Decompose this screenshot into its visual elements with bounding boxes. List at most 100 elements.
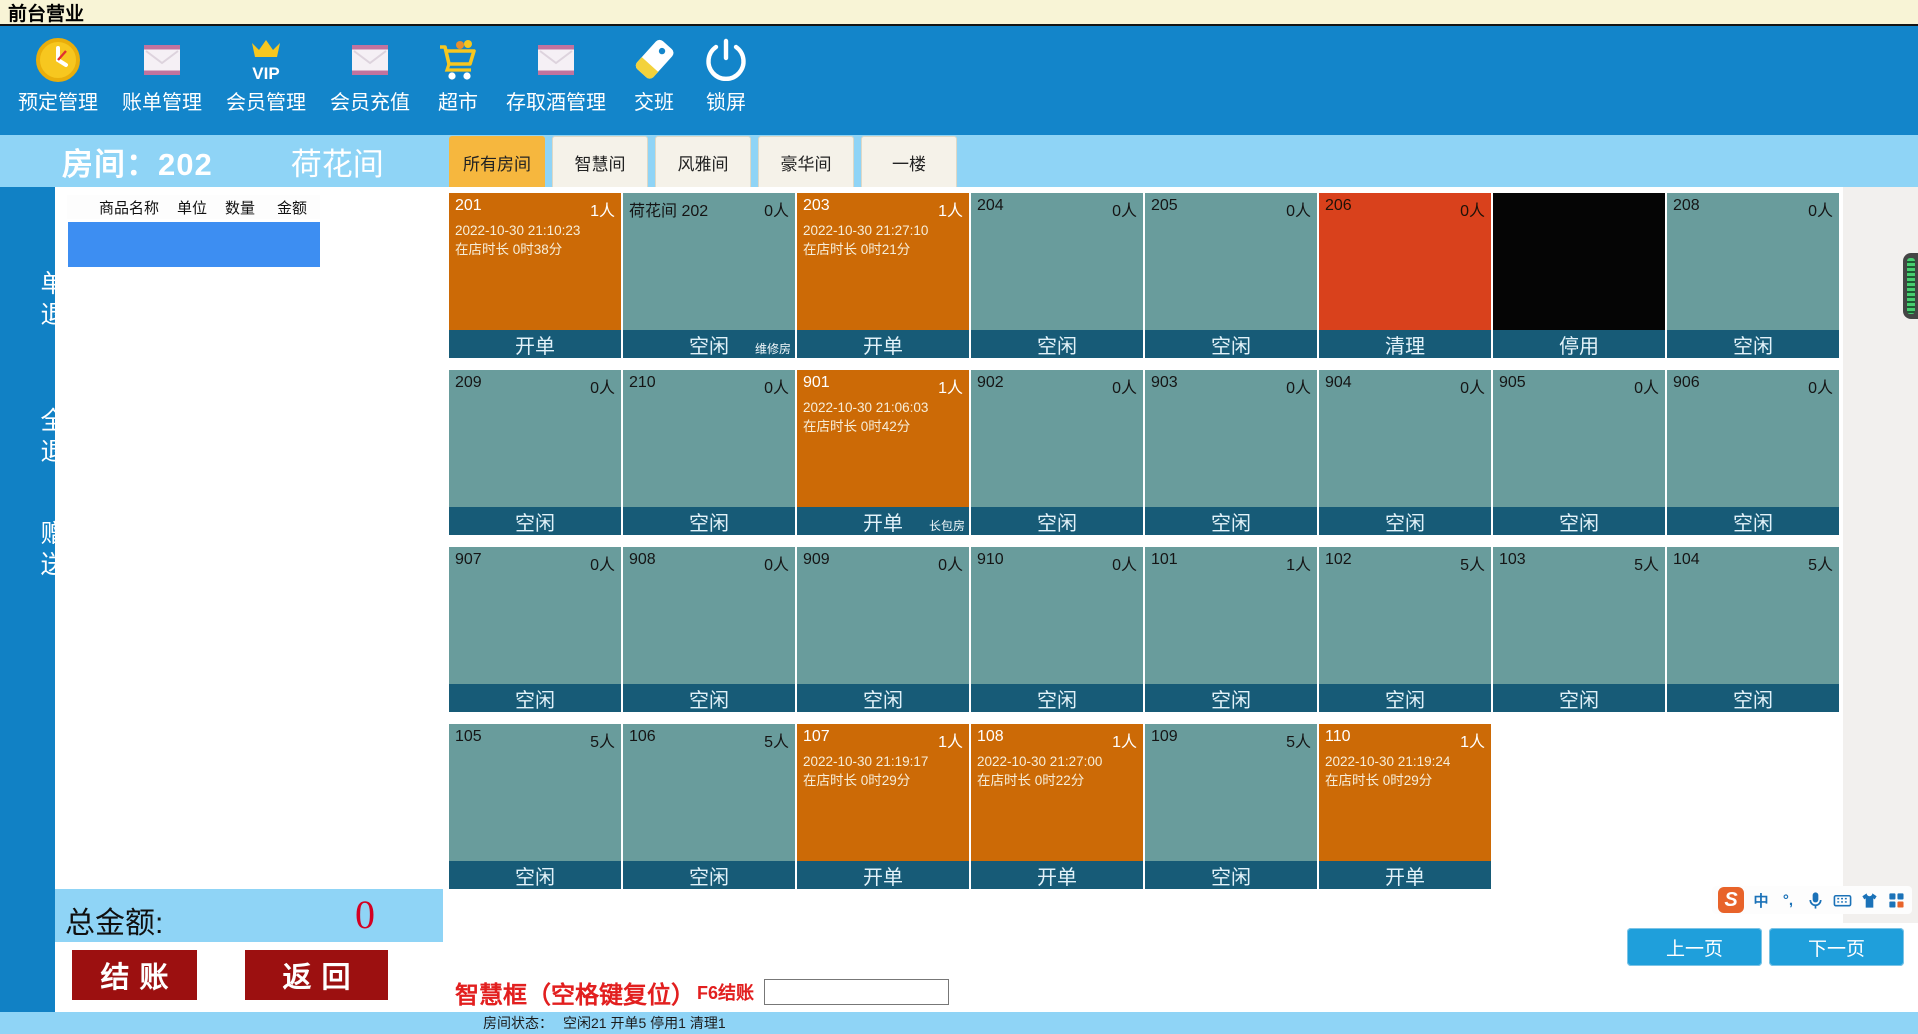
checkout-button[interactable]: 结账 [72, 950, 197, 1000]
room-person-count: 0人 [590, 374, 615, 398]
room-state-label: 空闲 [1037, 330, 1077, 359]
toolbar-item-label: 账单管理 [122, 86, 202, 115]
toolbar-supermarket-button[interactable]: 超市 [434, 36, 482, 115]
room-cell-903[interactable]: 9030人空闲 [1145, 370, 1317, 535]
toolbar-member-management-button[interactable]: VIP 会员管理 [226, 36, 306, 115]
next-page-button[interactable]: 下一页 [1769, 928, 1904, 966]
room-cell-906[interactable]: 9060人空闲 [1667, 370, 1839, 535]
tab-category-4[interactable]: 一楼 [861, 136, 957, 187]
room-cell-205[interactable]: 2050人空闲 [1145, 193, 1317, 358]
back-button[interactable]: 返回 [245, 950, 388, 1000]
room-person-count: 0人 [1460, 197, 1485, 221]
toolbar-shift-change-button[interactable]: 交班 [630, 36, 678, 115]
room-cell-110[interactable]: 1101人2022-10-30 21:19:24在店时长 0时29分开单 [1319, 724, 1491, 889]
room-cell-201[interactable]: 2011人2022-10-30 21:10:23在店时长 0时38分开单 [449, 193, 621, 358]
room-cell-停用[interactable]: 停用 [1493, 193, 1665, 358]
keyboard-icon[interactable] [1832, 890, 1852, 910]
room-open-time: 2022-10-30 21:10:23 [455, 222, 615, 240]
toolbar-bill-management-button[interactable]: 账单管理 [122, 36, 202, 115]
room-cell-109[interactable]: 1095人空闲 [1145, 724, 1317, 889]
room-person-count: 5人 [1634, 551, 1659, 575]
tab-all-rooms[interactable]: 所有房间 [449, 136, 545, 187]
room-state-label: 开单 [863, 861, 903, 890]
envelope-icon [346, 36, 394, 84]
toolbar-reservation-management-button[interactable]: 预定管理 [18, 36, 98, 115]
room-cell-204[interactable]: 2040人空闲 [971, 193, 1143, 358]
room-person-count: 5人 [1460, 551, 1485, 575]
room-duration: 在店时长 0时38分 [455, 241, 615, 259]
room-cell-101[interactable]: 1011人空闲 [1145, 547, 1317, 712]
room-cell-102[interactable]: 1025人空闲 [1319, 547, 1491, 712]
punctuation-icon[interactable]: °, [1778, 890, 1798, 910]
room-person-count: 5人 [764, 728, 789, 752]
room-cell-108[interactable]: 1081人2022-10-30 21:27:00在店时长 0时22分开单 [971, 724, 1143, 889]
room-state-label: 空闲 [1211, 330, 1251, 359]
room-state-label: 空闲 [1733, 507, 1773, 536]
room-cell-901[interactable]: 9011人2022-10-30 21:06:03在店时长 0时42分开单长包房 [797, 370, 969, 535]
room-cell-905[interactable]: 9050人空闲 [1493, 370, 1665, 535]
room-cell-103[interactable]: 1035人空闲 [1493, 547, 1665, 712]
room-id: 荷花间 202 [629, 197, 708, 221]
toolbar-item-label: 会员管理 [226, 86, 306, 115]
svg-text:VIP: VIP [252, 64, 279, 83]
smart-box-input[interactable] [764, 979, 949, 1005]
room-cell-107[interactable]: 1071人2022-10-30 21:19:17在店时长 0时29分开单 [797, 724, 969, 889]
toolbar-lock-screen-button[interactable]: 锁屏 [702, 36, 750, 115]
room-cell-203[interactable]: 2031人2022-10-30 21:27:10在店时长 0时21分开单 [797, 193, 969, 358]
room-cell-902[interactable]: 9020人空闲 [971, 370, 1143, 535]
room-cell-荷花间 202[interactable]: 荷花间 2020人空闲维修房 [623, 193, 795, 358]
room-cell-209[interactable]: 2090人空闲 [449, 370, 621, 535]
room-cell-910[interactable]: 9100人空闲 [971, 547, 1143, 712]
toolbar-item-label: 预定管理 [18, 86, 98, 115]
tab-category-1[interactable]: 智慧间 [552, 136, 648, 187]
room-person-count: 0人 [1286, 197, 1311, 221]
tab-category-3[interactable]: 豪华间 [758, 136, 854, 187]
status-bar: 房间状态： 空闲21 开单5 停用1 清理1 [0, 1012, 1918, 1034]
room-open-time: 2022-10-30 21:19:24 [1325, 753, 1485, 771]
header-strip: 房间：202 荷花间 所有房间智慧间风雅间豪华间一楼 [0, 135, 1918, 187]
room-state-label: 空闲 [1559, 684, 1599, 713]
room-id: 110 [1325, 728, 1351, 752]
room-id: 105 [455, 728, 482, 752]
room-cell-105[interactable]: 1055人空闲 [449, 724, 621, 889]
room-cell-210[interactable]: 2100人空闲 [623, 370, 795, 535]
room-state-label: 开单 [515, 330, 555, 359]
smart-box-hotkey-label: F6结账 [697, 979, 754, 1005]
toolbar-wine-storage-button[interactable]: 存取酒管理 [506, 36, 606, 115]
room-person-count: 1人 [1112, 728, 1137, 752]
toolbar: 预定管理账单管理 VIP 会员管理会员充值超市存取酒管理交班锁屏 [0, 26, 1918, 135]
room-id: 904 [1325, 374, 1352, 398]
room-note: 长包房 [929, 517, 965, 534]
room-state-label: 空闲 [1385, 684, 1425, 713]
room-person-count: 1人 [938, 728, 963, 752]
sogou-logo-icon[interactable]: S [1718, 887, 1744, 913]
room-duration: 在店时长 0时22分 [977, 772, 1137, 790]
order-row-selected[interactable] [68, 222, 320, 267]
room-id: 910 [977, 551, 1004, 575]
order-column-header: 商品名称 [67, 197, 177, 218]
room-cell-104[interactable]: 1045人空闲 [1667, 547, 1839, 712]
room-id: 204 [977, 197, 1004, 221]
room-id: 907 [455, 551, 482, 575]
room-cell-208[interactable]: 2080人空闲 [1667, 193, 1839, 358]
room-cell-907[interactable]: 9070人空闲 [449, 547, 621, 712]
room-state-label: 开单 [863, 507, 903, 536]
skin-icon[interactable] [1859, 890, 1879, 910]
room-cell-106[interactable]: 1065人空闲 [623, 724, 795, 889]
room-cell-908[interactable]: 9080人空闲 [623, 547, 795, 712]
room-status-counts: 空闲21 开单5 停用1 清理1 [563, 1013, 726, 1033]
room-id: 210 [629, 374, 656, 398]
previous-page-button[interactable]: 上一页 [1627, 928, 1762, 966]
chinese-mode-icon[interactable]: 中 [1751, 890, 1771, 910]
room-state-label: 空闲 [689, 861, 729, 890]
toolbox-icon[interactable] [1886, 890, 1906, 910]
room-id: 209 [455, 374, 482, 398]
toolbar-member-recharge-button[interactable]: 会员充值 [330, 36, 410, 115]
tab-category-2[interactable]: 风雅间 [655, 136, 751, 187]
room-cell-909[interactable]: 9090人空闲 [797, 547, 969, 712]
room-cell-206[interactable]: 2060人清理 [1319, 193, 1491, 358]
mic-icon[interactable] [1805, 890, 1825, 910]
room-person-count: 1人 [1286, 551, 1311, 575]
room-cell-904[interactable]: 9040人空闲 [1319, 370, 1491, 535]
room-id: 206 [1325, 197, 1352, 221]
